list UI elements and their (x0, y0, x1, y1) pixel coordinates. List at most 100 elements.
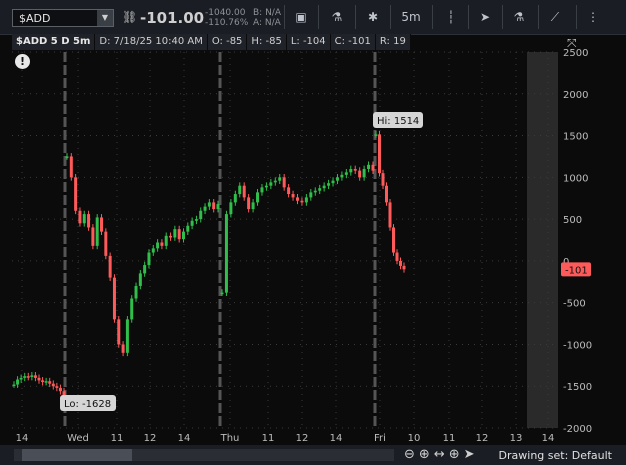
candle-body (55, 386, 59, 388)
candle-body (335, 177, 339, 181)
candle-body (362, 168, 366, 178)
drawing-tools-icon[interactable]: ⟋ (544, 6, 566, 28)
candle-body (385, 185, 388, 203)
candle-body (327, 183, 331, 186)
candle-body (349, 168, 353, 173)
candle-body (74, 177, 78, 211)
symbol-selector[interactable]: $ADD ▼ (12, 9, 114, 27)
toolbar-divider (318, 5, 319, 29)
gear-icon[interactable]: ✱ (362, 6, 384, 28)
candle-body (282, 177, 286, 188)
candle-body (233, 194, 237, 203)
candle-body (181, 231, 185, 240)
timeframe-button[interactable]: 5m (398, 6, 424, 28)
toolbar-divider (390, 5, 391, 29)
link-icon[interactable]: ⛓ (122, 10, 137, 24)
candle-body (367, 164, 371, 169)
candle-body (121, 344, 125, 353)
candle-body (300, 200, 304, 203)
zoom-in-icon[interactable]: ⊕ (419, 447, 434, 462)
x-tick-label: 12 (476, 433, 489, 444)
candle-body (37, 377, 41, 381)
y-tick-label: -500 (563, 299, 586, 310)
pan-arrows-icon[interactable]: ↔ (434, 447, 449, 462)
candle-body (340, 174, 344, 178)
last-price-label: -101 (565, 265, 588, 276)
alert-icon[interactable]: ! (15, 54, 30, 69)
cursor-icon[interactable]: ➤ (474, 6, 496, 28)
candle-body (48, 381, 52, 384)
candle-body (322, 185, 326, 189)
candle-body (388, 202, 392, 228)
studies-flask-icon[interactable]: ⚗ (508, 6, 530, 28)
chart-toolbar: $ADD ▼ ⛓ -101.00 -1040.00 -110.76% B: N/… (0, 0, 626, 35)
candle-body (220, 292, 224, 295)
chevron-down-icon[interactable]: ▼ (97, 10, 113, 26)
candle-body (147, 252, 151, 266)
x-tick-label: 14 (16, 433, 29, 444)
change-percent: -110.76% (205, 18, 249, 28)
range-value: R: 19 (375, 34, 411, 50)
x-tick-label: 12 (296, 433, 309, 444)
candle-body (33, 375, 37, 378)
candle-body (100, 217, 104, 232)
candle-body (203, 206, 207, 211)
candle-body (242, 185, 246, 198)
candle-body (224, 214, 228, 293)
collapse-arrows-icon[interactable]: ⤧ (567, 36, 577, 51)
candle-body (251, 202, 255, 210)
ohlc-info-bar: $ADD 5 D 5m D: 7/18/25 10:40 AM O: -85 H… (12, 34, 411, 50)
candle-body (309, 192, 313, 198)
candle-body (125, 319, 129, 353)
calendar-icon[interactable]: ▣ (290, 6, 312, 28)
candle-body (381, 173, 385, 186)
candle-body (313, 190, 317, 193)
scrollbar-thumb[interactable] (22, 449, 132, 461)
toolbar-divider (538, 5, 539, 29)
candle-body (91, 227, 95, 246)
candle-body (331, 180, 335, 184)
candle-body (173, 229, 177, 238)
x-tick-label: 11 (262, 433, 275, 444)
candle-body (16, 379, 20, 385)
candle-body (291, 194, 295, 198)
candle-body (287, 187, 291, 195)
candle-body (269, 182, 273, 186)
candle-body (108, 255, 112, 278)
zoom-out-icon[interactable]: ⊖ (404, 447, 419, 462)
more-options-icon[interactable]: ⋮ (582, 6, 604, 28)
low-value: L: -104 (286, 34, 331, 50)
candle-body (82, 214, 86, 224)
candle-body (134, 285, 138, 299)
y-tick-label: -2000 (563, 424, 592, 435)
candle-body (151, 248, 155, 253)
y-tick-label: -1500 (563, 382, 592, 393)
candle-body (30, 375, 34, 378)
toolbar-divider (468, 5, 469, 29)
bid-value: B: N/A (253, 8, 281, 18)
flask-icon[interactable]: ⚗ (326, 6, 348, 28)
crosshair-icon[interactable]: ⊕ (449, 447, 464, 462)
candlestick-icon[interactable]: ┆ (440, 6, 462, 28)
price-chart[interactable]: 25002000150010005000-500-1000-1500-20001… (0, 0, 626, 465)
candle-body (41, 380, 45, 383)
candle-body (199, 210, 203, 220)
candle-body (87, 214, 91, 228)
x-tick-label: 11 (111, 433, 124, 444)
pointer-icon[interactable]: ➤ (464, 447, 479, 462)
toolbar-divider (432, 5, 433, 29)
candle-body (229, 202, 233, 215)
x-tick-label: 14 (330, 433, 343, 444)
open-value: O: -85 (207, 34, 248, 50)
drawing-set-label[interactable]: Drawing set: Default (499, 449, 612, 462)
y-tick-label: 2000 (563, 90, 588, 101)
last-price: -101.00 (140, 9, 205, 27)
candle-body (44, 381, 48, 383)
y-tick-label: -1000 (563, 340, 592, 351)
y-tick-label: 500 (563, 215, 582, 226)
y-tick-label: 1000 (563, 173, 588, 184)
candle-body (190, 220, 194, 226)
candle-body (264, 185, 268, 188)
candle-body (104, 231, 108, 256)
candle-body (19, 377, 23, 380)
